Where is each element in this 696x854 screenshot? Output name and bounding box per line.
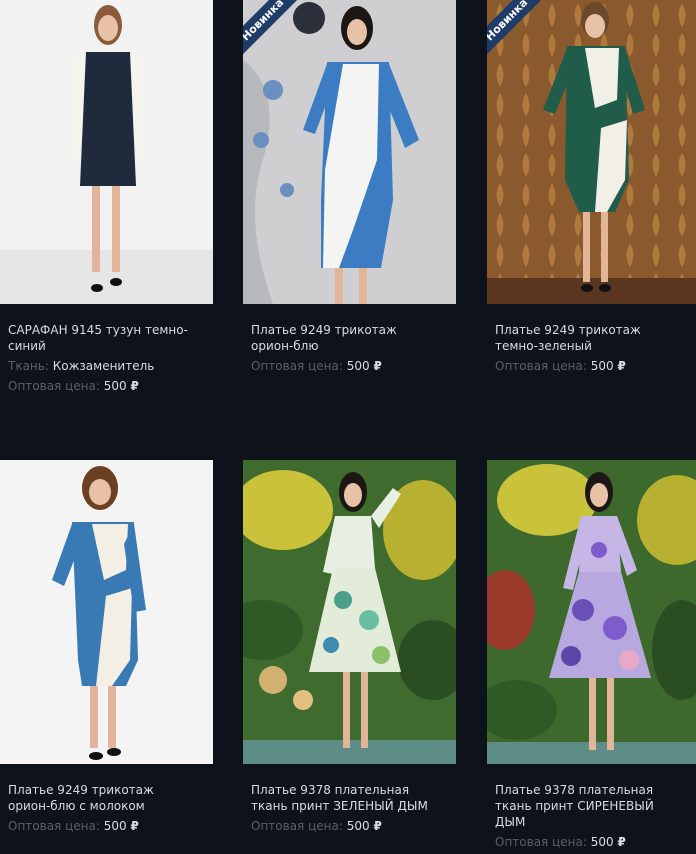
price-row: Оптовая цена: 500 ₽ xyxy=(0,818,213,834)
price-label: Оптовая цена: xyxy=(8,379,100,393)
ruble-icon: ₽ xyxy=(373,819,382,833)
product-photo[interactable] xyxy=(0,460,213,764)
product-photo[interactable]: Новинка xyxy=(243,0,456,304)
product-image xyxy=(0,460,213,764)
product-photo[interactable] xyxy=(243,460,456,764)
price-label: Оптовая цена: xyxy=(251,359,343,373)
product-card: Новинка Платье 9249 трикотаж орион-блю О… xyxy=(243,0,456,374)
ruble-icon: ₽ xyxy=(130,379,139,393)
product-photo[interactable]: Новинка xyxy=(487,0,696,304)
product-photo[interactable] xyxy=(487,460,696,764)
product-title[interactable]: Платье 9249 трикотаж орион-блю xyxy=(243,322,441,354)
product-image xyxy=(487,0,696,304)
fabric-value: Кожзаменитель xyxy=(52,359,155,373)
price-value: 500 xyxy=(590,835,614,849)
price-row: Оптовая цена: 500 ₽ xyxy=(487,358,696,374)
product-card: Платье 9378 плательная ткань принт ЗЕЛЕН… xyxy=(243,460,456,834)
fabric-row: Ткань: Кожзаменитель xyxy=(0,358,213,374)
product-photo[interactable] xyxy=(0,0,213,304)
price-row: Оптовая цена: 500 ₽ xyxy=(487,834,696,850)
price-label: Оптовая цена: xyxy=(495,835,587,849)
product-grid: САРАФАН 9145 тузун темно-синий Ткань: Ко… xyxy=(0,0,696,854)
ruble-icon: ₽ xyxy=(617,359,626,373)
price-label: Оптовая цена: xyxy=(495,359,587,373)
price-row: Оптовая цена: 500 ₽ xyxy=(243,358,456,374)
ruble-icon: ₽ xyxy=(617,835,626,849)
price-row: Оптовая цена: 500 ₽ xyxy=(243,818,456,834)
price-label: Оптовая цена: xyxy=(8,819,100,833)
price-value: 500 xyxy=(103,819,127,833)
product-image xyxy=(243,0,456,304)
fabric-label: Ткань: xyxy=(8,359,49,373)
price-row: Оптовая цена: 500 ₽ xyxy=(0,378,213,394)
product-card: Новинка Платье 9249 трикотаж темно-зелен… xyxy=(487,0,696,374)
product-title[interactable]: Платье 9378 плательная ткань принт ЗЕЛЕН… xyxy=(243,782,441,814)
product-card: Платье 9249 трикотаж орион-блю с молоком… xyxy=(0,460,213,834)
product-title[interactable]: САРАФАН 9145 тузун темно-синий xyxy=(0,322,198,354)
product-image xyxy=(0,0,213,304)
price-label: Оптовая цена: xyxy=(251,819,343,833)
product-card: САРАФАН 9145 тузун темно-синий Ткань: Ко… xyxy=(0,0,213,394)
price-value: 500 xyxy=(346,819,370,833)
ruble-icon: ₽ xyxy=(373,359,382,373)
ruble-icon: ₽ xyxy=(130,819,139,833)
product-title[interactable]: Платье 9249 трикотаж темно-зеленый xyxy=(487,322,685,354)
price-value: 500 xyxy=(346,359,370,373)
product-title[interactable]: Платье 9378 плательная ткань принт СИРЕН… xyxy=(487,782,685,830)
product-title[interactable]: Платье 9249 трикотаж орион-блю с молоком xyxy=(0,782,198,814)
product-image xyxy=(487,460,696,764)
product-image xyxy=(243,460,456,764)
price-value: 500 xyxy=(103,379,127,393)
product-card: Платье 9378 плательная ткань принт СИРЕН… xyxy=(487,460,696,850)
price-value: 500 xyxy=(590,359,614,373)
